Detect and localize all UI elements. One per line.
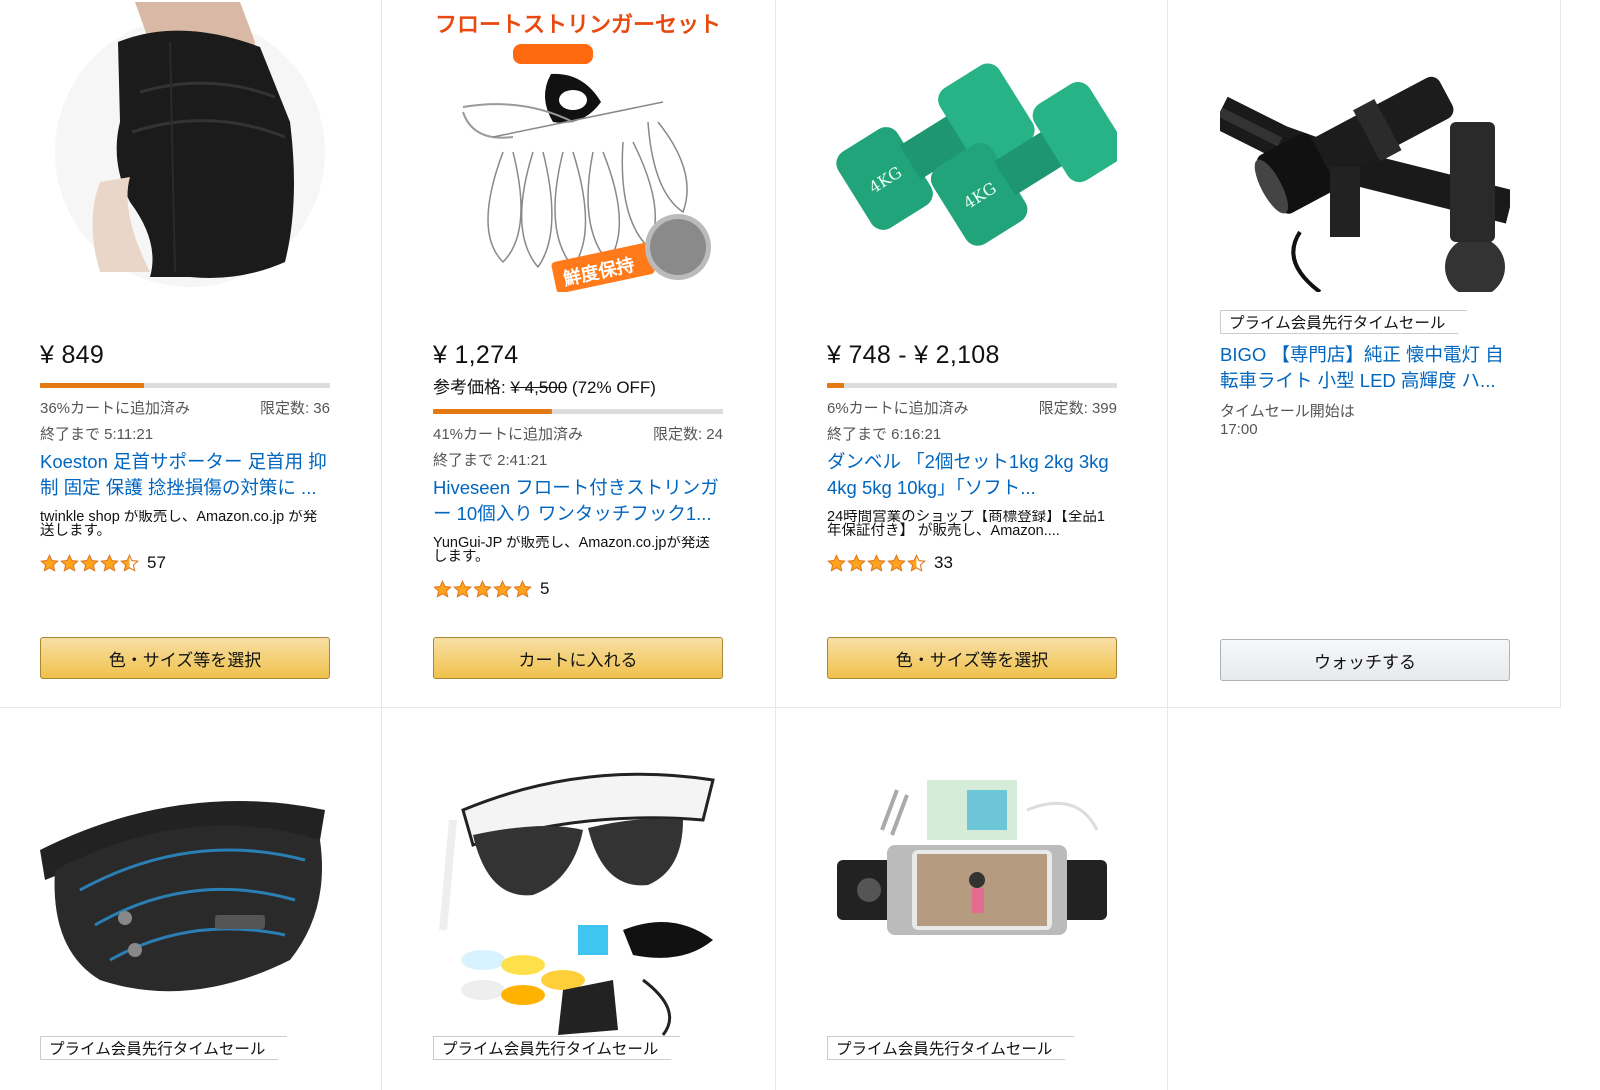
deal-card: 4KG 4KG ¥ 748 - ¥ 2,108 6%カートに追加済み 限定数: … [787,0,1180,707]
discount-percent: (72% OFF) [567,378,656,397]
seller-info: twinkle shop が販売し、Amazon.co.jp が発送します。 [40,510,318,539]
add-to-cart-button[interactable]: カートに入れる [433,637,723,679]
deal-ends-timer: 終了まで 2:41:21 [433,452,548,469]
badge-text: プライム会員先行タイムセール [1229,315,1446,332]
claimed-progress-fill [40,383,145,388]
star-icon [100,554,119,572]
running-belt-image[interactable] [827,750,1117,1040]
deal-price: ¥ 748 - ¥ 2,108 [827,341,1000,369]
waist-bag-image[interactable] [40,750,330,1040]
select-options-button[interactable]: 色・サイズ等を選択 [40,637,330,679]
star-icon [513,580,532,598]
star-icon [40,554,59,572]
review-count[interactable]: 5 [540,579,549,599]
stringer-image-caption: フロートストリンガーセット [435,13,721,38]
star-icon [493,580,512,598]
claimed-progress-fill [827,383,845,388]
claimed-percent: 6%カートに追加済み [827,400,969,417]
deal-card: プライム会員先行タイムセール BIGO 【専門店】純正 懐中電灯 自転車ライト … [1180,0,1573,707]
deal-card: ¥ 849 36%カートに追加済み 限定数: 36 終了まで 5:11:21 K… [0,0,393,707]
seller-info: YunGui-JP が販売し、Amazon.co.jpが発送します。 [433,536,710,565]
deal-card: フロートストリンガーセット 鮮度保持 ¥ 1,274 参考価格: ¥ 4,500… [393,0,786,707]
review-count[interactable]: 57 [147,553,166,573]
product-title-link[interactable]: ダンベル 「2個セット1kg 2kg 3kg 4kg 5kg 10kg」「ソフト… [827,449,1119,501]
star-icon [827,554,846,572]
deal-limit: 限定数: 399 [1038,400,1117,417]
star-icon [887,554,906,572]
watch-button[interactable]: ウォッチする [1220,639,1510,681]
star-icon [120,554,139,572]
deal-card: プライム会員先行タイムセール [0,708,393,1090]
claimed-row: 6%カートに追加済み 限定数: 399 [827,397,1117,418]
rating-stars[interactable]: 33 [827,552,953,574]
star-icon [847,554,866,572]
reference-price-label: 参考価格: [433,378,511,397]
badge-text: プライム会員先行タイムセール [49,1041,266,1058]
claimed-progress-bar [433,409,723,414]
deals-grid: ¥ 849 36%カートに追加済み 限定数: 36 終了まで 5:11:21 K… [0,0,1600,1090]
deal-ends-timer: 終了まで 5:11:21 [40,426,154,443]
claimed-percent: 36%カートに追加済み [40,400,191,417]
star-icon [453,580,472,598]
deal-limit: 限定数: 24 [652,426,723,443]
star-icon [473,580,492,598]
star-icon [867,554,886,572]
claimed-percent: 41%カートに追加済み [433,426,584,443]
deal-price: ¥ 849 [40,341,105,369]
fish-stringer-image[interactable]: フロートストリンガーセット 鮮度保持 [433,2,723,292]
claimed-progress-fill [433,409,552,414]
prime-early-deal-badge: プライム会員先行タイムセール [1220,310,1469,334]
badge-text: プライム会員先行タイムセール [836,1041,1053,1058]
select-options-button[interactable]: 色・サイズ等を選択 [827,637,1117,679]
rating-stars[interactable]: 57 [40,552,166,574]
product-title-link[interactable]: BIGO 【専門店】純正 懐中電灯 自転車ライト 小型 LED 高輝度 ハ... [1220,342,1512,394]
badge-text: プライム会員先行タイムセール [442,1041,659,1058]
claimed-row: 36%カートに追加済み 限定数: 36 [40,397,330,418]
star-icon [80,554,99,572]
deal-card: プライム会員先行タイムセール [393,708,786,1090]
sport-sunglasses-image[interactable] [433,750,723,1040]
prime-early-deal-badge: プライム会員先行タイムセール [433,1036,682,1060]
sale-start-label: タイムセール開始は [1220,403,1355,420]
prime-early-deal-badge: プライム会員先行タイムセール [40,1036,289,1060]
dumbbell-image[interactable]: 4KG 4KG [827,2,1117,292]
deal-card: プライム会員先行タイムセール [787,708,1180,1090]
reference-price: 参考価格: ¥ 4,500 (72% OFF) [433,373,656,398]
star-icon [60,554,79,572]
ankle-support-image[interactable] [40,2,330,292]
list-price: ¥ 4,500 [510,378,568,397]
product-title-link[interactable]: Koeston 足首サポーター 足首用 抑制 固定 保護 捻挫損傷の対策に ..… [40,449,332,501]
sale-start-info: タイムセール開始は 17:00 [1220,403,1355,439]
claimed-progress-bar [40,383,330,388]
review-count[interactable]: 33 [934,553,953,573]
claimed-progress-bar [827,383,1117,388]
rating-stars[interactable]: 5 [433,578,549,600]
prime-early-deal-badge: プライム会員先行タイムセール [827,1036,1076,1060]
deal-ends-timer: 終了まで 6:16:21 [827,426,942,443]
sale-start-time: 17:00 [1220,421,1258,438]
product-title-link[interactable]: Hiveseen フロート付きストリンガー 10個入り ワンタッチフック1... [433,475,725,527]
deal-price: ¥ 1,274 [433,341,519,369]
deal-limit: 限定数: 36 [259,400,330,417]
claimed-row: 41%カートに追加済み 限定数: 24 [433,423,723,444]
star-icon [907,554,926,572]
star-icon [433,580,452,598]
seller-info: 24時間営業のショップ【商標登録】【全品1年保証付き】 が販売し、Amazon.… [827,510,1105,539]
bike-light-image[interactable] [1220,2,1510,292]
